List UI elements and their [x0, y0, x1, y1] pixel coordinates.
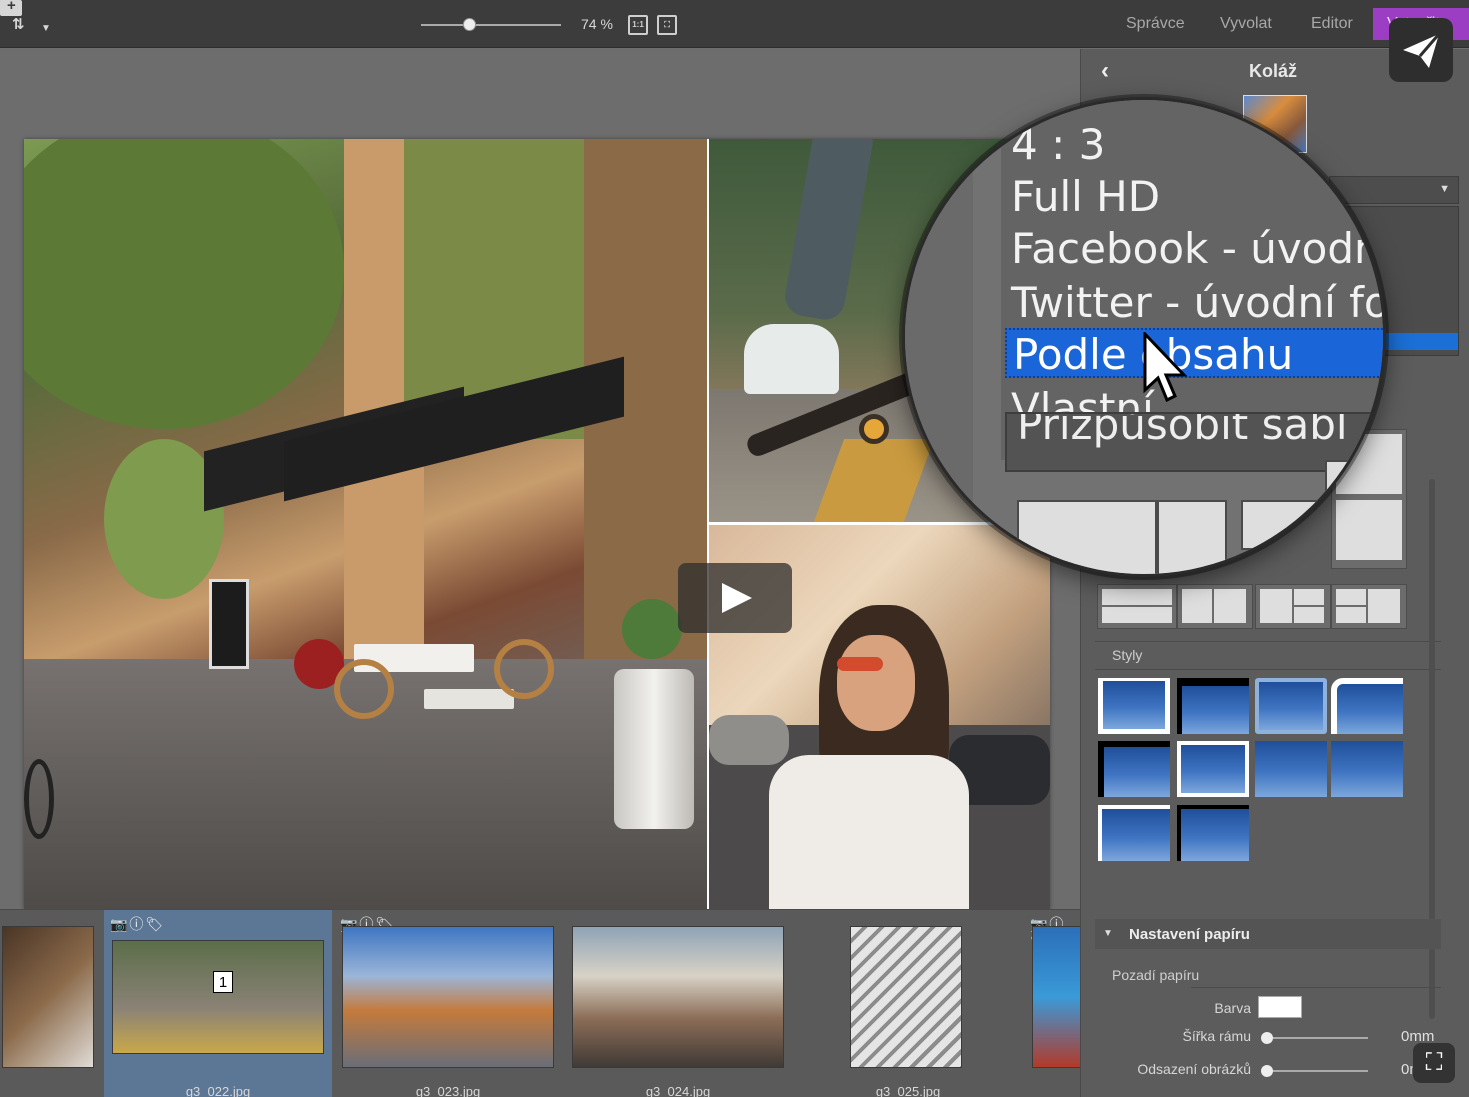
filmstrip-item[interactable]: 📷ⓘ🏷 g3_023.jpg [334, 910, 562, 1097]
filmstrip-filename: g3_023.jpg [415, 1084, 481, 1097]
style-option[interactable] [1255, 678, 1327, 734]
mode-tab-editor[interactable]: Editor [1311, 15, 1353, 33]
top-toolbar: ⇅ ▼ + 74 % 1:1 ⛶ Správce Vyvolat Editor … [0, 0, 1469, 48]
collage-count-badge: 1 [213, 971, 233, 993]
slider-knob[interactable] [1261, 1032, 1273, 1044]
style-option[interactable] [1177, 741, 1249, 797]
zoom-fit-icon[interactable]: ⛶ [657, 15, 677, 35]
chevron-down-icon[interactable]: ▼ [41, 18, 51, 40]
play-video-button[interactable] [678, 563, 792, 633]
paper-color-swatch[interactable] [1258, 996, 1302, 1018]
back-chevron-icon[interactable]: ‹ [1101, 57, 1109, 85]
zoom-value: 74 % [581, 16, 613, 32]
filmstrip-item-selected[interactable]: 📷ⓘ🏷 1 g3_022.jpg [104, 910, 332, 1097]
filmstrip-badges-icon: 📷ⓘ🏷 [110, 916, 166, 932]
size-option-4-3[interactable]: 4 : 3 [1011, 120, 1105, 169]
filmstrip-filename: jpg [0, 1084, 20, 1097]
mouse-cursor-icon [1143, 332, 1188, 402]
app-window: ⇅ ▼ + 74 % 1:1 ⛶ Správce Vyvolat Editor … [0, 0, 1469, 1097]
filmstrip-filename: g3_025.jpg [875, 1084, 941, 1097]
style-option[interactable] [1331, 741, 1403, 797]
layout-option[interactable] [1097, 584, 1177, 629]
share-icon[interactable] [1389, 18, 1453, 82]
layout-option[interactable] [1177, 584, 1253, 629]
zoom-slider[interactable] [421, 24, 561, 26]
collage-photo-street[interactable] [24, 139, 707, 909]
slider-knob[interactable] [1261, 1065, 1273, 1077]
color-label: Barva [1214, 1000, 1251, 1016]
image-offset-slider[interactable] [1261, 1065, 1368, 1077]
filmstrip-item[interactable]: g3_024.jpg [564, 910, 792, 1097]
filmstrip-item[interactable]: g3_025.jpg [794, 910, 1022, 1097]
layout-option[interactable] [1331, 584, 1407, 629]
image-offset-label: Odsazení obrázků [1137, 1061, 1251, 1077]
filmstrip-filename: g3_022.jpg [185, 1084, 251, 1097]
paper-settings-header[interactable]: ▼ Nastavení papíru [1095, 919, 1441, 949]
style-option[interactable] [1177, 678, 1249, 734]
size-option-full-hd[interactable]: Full HD [1011, 172, 1160, 221]
size-option-by-content[interactable]: Podle obsahu [1005, 328, 1383, 379]
style-option[interactable] [1255, 741, 1327, 797]
filmstrip-filename: g3_024.jpg [645, 1084, 711, 1097]
size-option-facebook[interactable]: Facebook - úvodní [1011, 224, 1383, 273]
collage-preview[interactable] [24, 139, 1050, 909]
style-option[interactable] [1098, 741, 1170, 797]
paper-settings-label: Nastavení papíru [1129, 926, 1250, 943]
frame-width-slider[interactable] [1261, 1032, 1368, 1044]
zoom-slider-knob[interactable] [463, 18, 476, 31]
panel-title: Koláž [1249, 61, 1298, 81]
style-option[interactable] [1098, 805, 1170, 861]
paper-background-label: Pozadí papíru [1112, 967, 1200, 983]
style-option[interactable] [1177, 805, 1249, 861]
filmstrip-item[interactable]: 📷ⓘ🏷 [1024, 910, 1080, 1097]
chevron-down-icon: ▼ [1439, 183, 1450, 195]
styles-label: Styly [1112, 647, 1143, 663]
mode-tab-manager[interactable]: Správce [1126, 15, 1185, 33]
zoom-1to1-button[interactable]: 1:1 [628, 15, 648, 35]
filmstrip: jpg 📷ⓘ🏷 1 g3_022.jpg 📷ⓘ🏷 g3_023.jpg g3_0… [0, 909, 1080, 1097]
magnifier-lens: 4 : 3 Full HD Facebook - úvodní Twitter … [902, 97, 1386, 577]
collapse-icon: ▼ [1103, 928, 1113, 939]
layout-option[interactable] [1255, 584, 1331, 629]
frame-width-label: Šířka rámu [1182, 1028, 1251, 1044]
sort-icon[interactable]: ⇅ [12, 13, 25, 35]
filmstrip-item[interactable]: jpg [0, 910, 98, 1097]
fullscreen-icon[interactable]: ⛶ [1413, 1043, 1455, 1083]
mode-tab-develop[interactable]: Vyvolat [1220, 15, 1272, 33]
style-option[interactable] [1098, 678, 1170, 734]
template-combo-label: Přizpůsobit šabl [1017, 412, 1348, 449]
size-option-twitter[interactable]: Twitter - úvodní foti [1011, 278, 1383, 327]
style-option[interactable] [1331, 678, 1403, 734]
